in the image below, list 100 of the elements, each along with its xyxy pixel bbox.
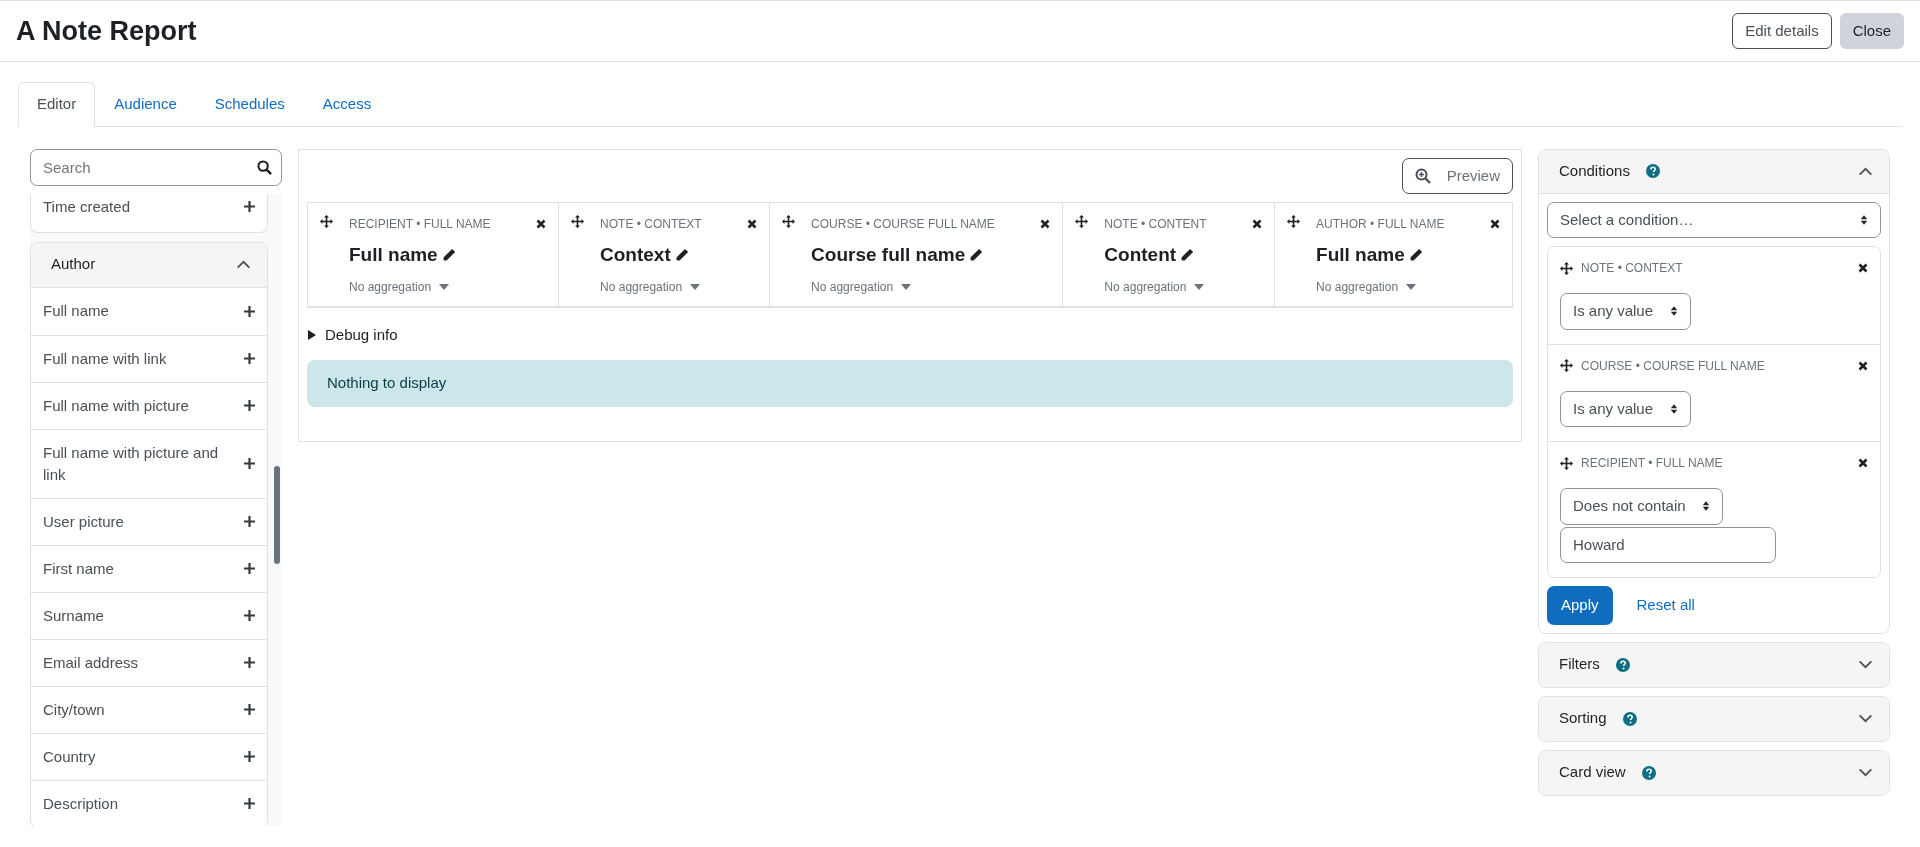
aggregation-dropdown[interactable]: No aggregation <box>600 277 683 296</box>
close-icon[interactable] <box>1858 360 1868 371</box>
sidebar-item[interactable]: Email address <box>43 651 149 674</box>
close-icon[interactable] <box>747 219 758 229</box>
caret-down-icon[interactable] <box>1194 283 1205 290</box>
condition-select[interactable]: Select a condition… <box>1547 201 1881 238</box>
sidebar-item[interactable]: Description <box>43 792 129 815</box>
tab[interactable]: Schedules <box>195 82 304 127</box>
plus-icon[interactable] <box>244 610 255 621</box>
column-title: Context <box>600 243 671 267</box>
column-source: AUTHOR • FULL NAME <box>1316 216 1445 233</box>
sidebar-item[interactable]: Country <box>43 745 106 768</box>
move-icon[interactable] <box>1560 261 1573 275</box>
sidebar-item[interactable]: User picture <box>43 510 134 533</box>
move-icon[interactable] <box>1287 215 1301 228</box>
chevron-down-icon[interactable] <box>1858 714 1873 723</box>
aggregation-dropdown[interactable]: No aggregation <box>811 277 894 296</box>
panel-header[interactable]: Filters <box>1539 642 1889 687</box>
column-source: NOTE • CONTENT <box>1104 216 1207 233</box>
close-icon[interactable] <box>1040 219 1051 229</box>
operator-select[interactable]: Does not contain <box>1560 488 1723 525</box>
plus-icon[interactable] <box>244 751 255 762</box>
plus-icon[interactable] <box>244 305 255 317</box>
sidebar-item[interactable]: First name <box>43 557 124 580</box>
panel-header[interactable]: Card view <box>1539 750 1889 795</box>
pencil-icon[interactable] <box>1180 248 1195 263</box>
move-icon[interactable] <box>571 215 585 228</box>
plus-icon[interactable] <box>244 657 255 668</box>
close-icon[interactable] <box>1858 263 1868 273</box>
sidebar-item[interactable]: City/town <box>43 698 115 721</box>
move-icon[interactable] <box>1560 359 1573 372</box>
plus-icon[interactable] <box>244 563 255 574</box>
close-icon[interactable] <box>1858 458 1868 468</box>
plus-icon[interactable] <box>244 704 255 715</box>
chevron-up-icon[interactable] <box>236 260 251 269</box>
plus-icon[interactable] <box>244 201 255 212</box>
aggregation-dropdown[interactable]: No aggregation <box>1104 277 1187 296</box>
sidebar-item[interactable]: Full name with picture and link <box>43 441 244 486</box>
caret-down-icon[interactable] <box>439 283 450 290</box>
tab[interactable]: Audience <box>95 82 196 127</box>
value-field[interactable]: Howard <box>1560 526 1776 563</box>
edit-button[interactable]: Edit details <box>1732 12 1832 50</box>
column-title: Full name <box>349 243 438 267</box>
chevron-down-icon[interactable] <box>1858 660 1873 669</box>
triangle-right-icon[interactable] <box>307 329 317 340</box>
operator-select[interactable]: Is any value <box>1560 293 1691 330</box>
group-title: Author <box>51 254 96 275</box>
empty-message: Nothing to display <box>307 360 1513 407</box>
move-icon[interactable] <box>1560 456 1573 470</box>
condition-source: COURSE • COURSE FULL NAME <box>1581 357 1765 375</box>
caret-down-icon[interactable] <box>901 283 912 290</box>
aggregation-dropdown[interactable]: No aggregation <box>1316 277 1399 296</box>
column-title: Course full name <box>811 243 966 267</box>
column-source: COURSE • COURSE FULL NAME <box>811 216 995 233</box>
pencil-icon[interactable] <box>674 248 689 263</box>
column-title: Full name <box>1316 243 1405 267</box>
debug-toggle[interactable]: Debug info <box>307 323 398 346</box>
operator-select[interactable]: Is any value <box>1560 390 1691 427</box>
reset-link[interactable]: Reset all <box>1636 594 1695 617</box>
plus-icon[interactable] <box>244 458 255 469</box>
close-icon[interactable] <box>1489 219 1500 229</box>
sidebar-item[interactable]: Surname <box>43 604 114 627</box>
chevron-up-icon[interactable] <box>1858 166 1873 176</box>
group-header[interactable]: Author <box>31 242 267 288</box>
plus-icon[interactable] <box>244 353 255 364</box>
help-icon[interactable] <box>1615 657 1630 672</box>
plus-icon[interactable] <box>244 400 255 411</box>
move-icon[interactable] <box>320 215 333 228</box>
panel-header[interactable]: Sorting <box>1539 696 1889 741</box>
search-field[interactable]: Search <box>30 148 282 186</box>
sidebar-item[interactable]: Full name with link <box>43 347 177 370</box>
tab[interactable]: Editor <box>18 82 96 127</box>
help-icon[interactable] <box>1622 711 1637 726</box>
pencil-icon[interactable] <box>1408 248 1423 263</box>
close-icon[interactable] <box>1252 219 1263 229</box>
condition-source: NOTE • CONTEXT <box>1581 260 1683 277</box>
plus-icon[interactable] <box>244 516 255 527</box>
plus-icon[interactable] <box>244 798 255 809</box>
close-button[interactable]: Close <box>1839 12 1904 50</box>
close-icon[interactable] <box>536 219 547 229</box>
caret-down-icon[interactable] <box>1406 283 1417 290</box>
chevron-down-icon[interactable] <box>1858 768 1873 777</box>
panel-header[interactable]: Conditions <box>1539 149 1889 194</box>
sidebar-item[interactable]: Full name <box>43 300 119 322</box>
help-icon[interactable] <box>1645 164 1660 178</box>
pencil-icon[interactable] <box>969 248 984 263</box>
preview-button[interactable]: Preview <box>1401 157 1513 194</box>
caret-down-icon[interactable] <box>690 283 701 290</box>
search-icon[interactable] <box>257 159 272 175</box>
scrollbar-thumb[interactable] <box>274 465 280 564</box>
tab[interactable]: Access <box>303 82 391 127</box>
column-source: NOTE • CONTEXT <box>600 216 702 233</box>
pencil-icon[interactable] <box>441 248 456 263</box>
move-icon[interactable] <box>1075 215 1089 228</box>
move-icon[interactable] <box>782 215 796 228</box>
page-title: A Note Report <box>16 14 197 48</box>
sidebar-item[interactable]: Full name with picture <box>43 394 199 417</box>
help-icon[interactable] <box>1641 765 1656 780</box>
aggregation-dropdown[interactable]: No aggregation <box>349 277 432 296</box>
apply-button[interactable]: Apply <box>1547 586 1613 625</box>
